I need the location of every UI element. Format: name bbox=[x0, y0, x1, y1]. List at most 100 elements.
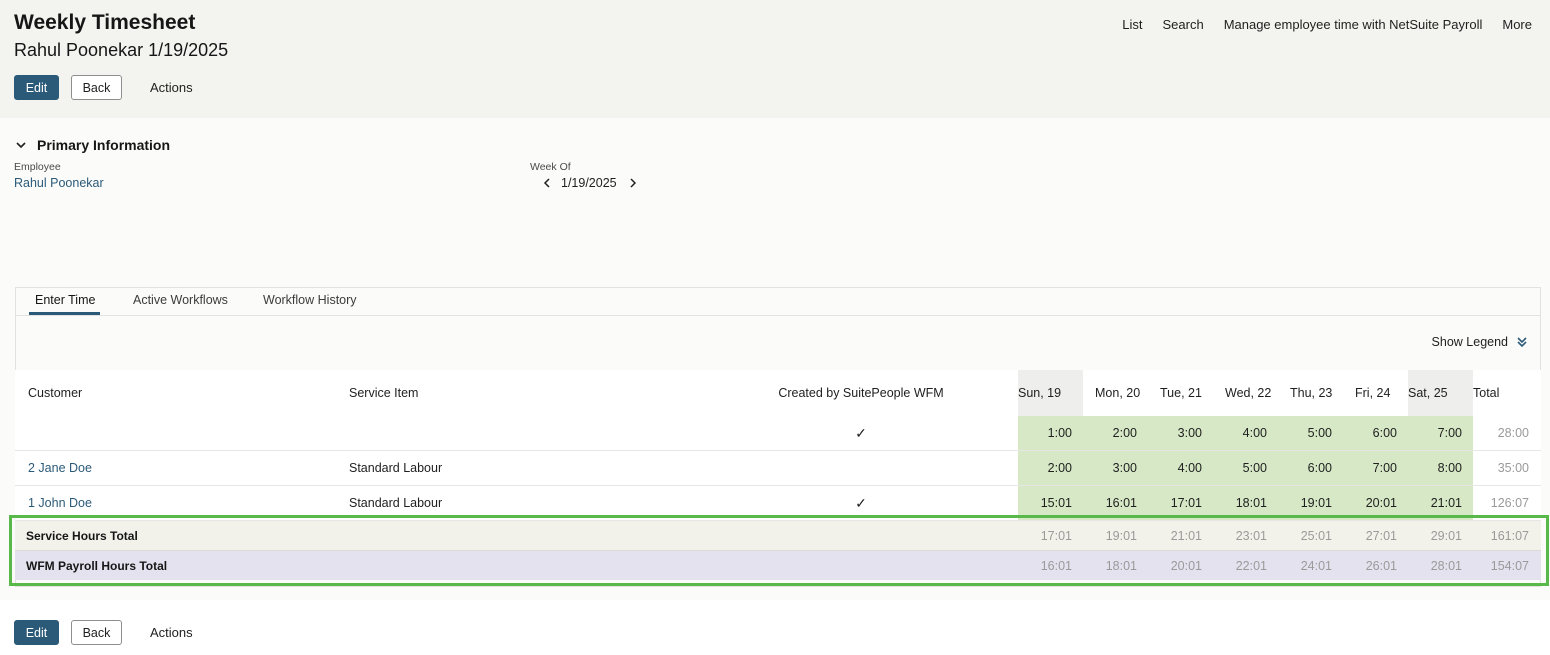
table-row[interactable]: 1 John Doe Standard Labour ✓ 15:01 16:01… bbox=[15, 485, 1541, 521]
actions-button[interactable]: Actions bbox=[144, 75, 199, 100]
nav-search-link[interactable]: Search bbox=[1162, 17, 1203, 32]
row-total-cell: 35:00 bbox=[1473, 450, 1541, 486]
hours-cell[interactable]: 4:00 bbox=[1148, 450, 1213, 486]
hours-cell[interactable]: 6:00 bbox=[1343, 416, 1408, 451]
page-header: Weekly Timesheet Rahul Poonekar 1/19/202… bbox=[0, 0, 1550, 118]
total-hours-cell: 24:01 bbox=[1278, 550, 1343, 580]
actions-button-bottom[interactable]: Actions bbox=[144, 620, 199, 645]
created-by-cell bbox=[684, 450, 1018, 486]
show-legend-toggle[interactable]: Show Legend bbox=[1432, 335, 1528, 349]
nav-more-link[interactable]: More bbox=[1502, 17, 1532, 32]
section-title: Primary Information bbox=[37, 137, 171, 153]
hours-cell[interactable]: 19:01 bbox=[1278, 485, 1343, 521]
column-header-wed: Wed, 22 bbox=[1213, 370, 1278, 416]
hours-cell[interactable]: 17:01 bbox=[1148, 485, 1213, 521]
grand-total-cell: 154:07 bbox=[1473, 550, 1541, 580]
hours-cell[interactable]: 2:00 bbox=[1018, 450, 1083, 486]
column-header-sat: Sat, 25 bbox=[1408, 370, 1473, 416]
hours-cell[interactable]: 18:01 bbox=[1213, 485, 1278, 521]
tab-divider bbox=[16, 315, 1540, 316]
hours-cell[interactable]: 5:00 bbox=[1213, 450, 1278, 486]
top-button-row: Edit Back Actions bbox=[14, 75, 199, 100]
wfm-payroll-hours-total-row: WFM Payroll Hours Total 16:01 18:01 20:0… bbox=[15, 550, 1541, 580]
column-header-service-item[interactable]: Service Item bbox=[349, 370, 684, 416]
total-hours-cell: 23:01 bbox=[1213, 520, 1278, 551]
table-row[interactable]: 2 Jane Doe Standard Labour 2:00 3:00 4:0… bbox=[15, 450, 1541, 486]
primary-information-toggle[interactable]: Primary Information bbox=[14, 137, 170, 153]
hours-cell[interactable]: 3:00 bbox=[1148, 416, 1213, 451]
chevron-down-icon bbox=[16, 142, 26, 149]
footer: Edit Back Actions bbox=[0, 600, 1550, 655]
back-button-bottom[interactable]: Back bbox=[71, 620, 122, 645]
table-row[interactable]: ✓ 1:00 2:00 3:00 4:00 5:00 6:00 7:00 28:… bbox=[15, 416, 1541, 451]
page-subtitle: Rahul Poonekar 1/19/2025 bbox=[14, 40, 229, 60]
hours-cell[interactable]: 16:01 bbox=[1083, 485, 1148, 521]
service-item-cell bbox=[349, 416, 684, 451]
hours-cell[interactable]: 8:00 bbox=[1408, 450, 1473, 486]
column-header-created-by[interactable]: Created by SuitePeople WFM bbox=[684, 370, 1018, 416]
employee-link[interactable]: Rahul Poonekar bbox=[14, 176, 104, 190]
total-hours-cell: 26:01 bbox=[1343, 550, 1408, 580]
double-chevron-down-icon bbox=[1517, 337, 1527, 348]
next-week-icon[interactable] bbox=[626, 176, 640, 190]
customer-cell[interactable] bbox=[15, 416, 349, 451]
hours-cell[interactable]: 5:00 bbox=[1278, 416, 1343, 451]
column-header-tue: Tue, 21 bbox=[1148, 370, 1213, 416]
hours-cell[interactable]: 20:01 bbox=[1343, 485, 1408, 521]
hours-cell[interactable]: 21:01 bbox=[1408, 485, 1473, 521]
total-hours-cell: 28:01 bbox=[1408, 550, 1473, 580]
hours-cell[interactable]: 6:00 bbox=[1278, 450, 1343, 486]
customer-link[interactable]: 1 John Doe bbox=[15, 485, 349, 521]
back-button[interactable]: Back bbox=[71, 75, 122, 100]
bottom-button-row: Edit Back Actions bbox=[14, 620, 199, 645]
hours-cell[interactable]: 7:00 bbox=[1408, 416, 1473, 451]
customer-link[interactable]: 2 Jane Doe bbox=[15, 450, 349, 486]
total-hours-cell: 16:01 bbox=[1018, 550, 1083, 580]
total-hours-cell: 18:01 bbox=[1083, 550, 1148, 580]
timesheet-table: Customer Service Item Created by SuitePe… bbox=[15, 370, 1541, 580]
week-navigator: 1/19/2025 bbox=[540, 176, 640, 190]
table-header-row: Customer Service Item Created by SuitePe… bbox=[15, 370, 1541, 416]
show-legend-label: Show Legend bbox=[1431, 335, 1508, 349]
tab-enter-time[interactable]: Enter Time bbox=[35, 293, 95, 307]
total-hours-cell: 19:01 bbox=[1083, 520, 1148, 551]
top-nav: List Search Manage employee time with Ne… bbox=[1122, 17, 1532, 32]
column-header-total: Total bbox=[1473, 370, 1541, 416]
employee-label: Employee bbox=[14, 161, 61, 173]
checkmark-icon: ✓ bbox=[855, 494, 867, 511]
column-header-sun: Sun, 19 bbox=[1018, 370, 1083, 416]
page-title: Weekly Timesheet bbox=[14, 11, 196, 34]
nav-list-link[interactable]: List bbox=[1122, 17, 1142, 32]
service-item-cell: Standard Labour bbox=[349, 450, 684, 486]
created-by-cell: ✓ bbox=[684, 416, 1018, 451]
row-total-cell: 28:00 bbox=[1473, 416, 1541, 451]
hours-cell[interactable]: 15:01 bbox=[1018, 485, 1083, 521]
column-header-customer[interactable]: Customer bbox=[15, 370, 349, 416]
hours-cell[interactable]: 3:00 bbox=[1083, 450, 1148, 486]
week-value: 1/19/2025 bbox=[561, 176, 617, 190]
total-hours-cell: 27:01 bbox=[1343, 520, 1408, 551]
created-by-cell: ✓ bbox=[684, 485, 1018, 521]
edit-button[interactable]: Edit bbox=[14, 75, 59, 100]
hours-cell[interactable]: 4:00 bbox=[1213, 416, 1278, 451]
column-header-fri: Fri, 24 bbox=[1343, 370, 1408, 416]
week-of-label: Week Of bbox=[530, 161, 571, 173]
total-hours-cell: 25:01 bbox=[1278, 520, 1343, 551]
total-hours-cell: 21:01 bbox=[1148, 520, 1213, 551]
service-item-cell: Standard Labour bbox=[349, 485, 684, 521]
previous-week-icon[interactable] bbox=[540, 176, 554, 190]
total-hours-cell: 29:01 bbox=[1408, 520, 1473, 551]
tab-active-workflows[interactable]: Active Workflows bbox=[133, 293, 228, 307]
hours-cell[interactable]: 1:00 bbox=[1018, 416, 1083, 451]
total-hours-cell: 20:01 bbox=[1148, 550, 1213, 580]
hours-cell[interactable]: 2:00 bbox=[1083, 416, 1148, 451]
edit-button-bottom[interactable]: Edit bbox=[14, 620, 59, 645]
service-hours-total-label: Service Hours Total bbox=[15, 520, 1018, 551]
tab-workflow-history[interactable]: Workflow History bbox=[263, 293, 357, 307]
row-total-cell: 126:07 bbox=[1473, 485, 1541, 521]
column-header-thu: Thu, 23 bbox=[1278, 370, 1343, 416]
service-hours-total-row: Service Hours Total 17:01 19:01 21:01 23… bbox=[15, 520, 1541, 551]
hours-cell[interactable]: 7:00 bbox=[1343, 450, 1408, 486]
grand-total-cell: 161:07 bbox=[1473, 520, 1541, 551]
nav-manage-payroll-link[interactable]: Manage employee time with NetSuite Payro… bbox=[1224, 17, 1483, 32]
